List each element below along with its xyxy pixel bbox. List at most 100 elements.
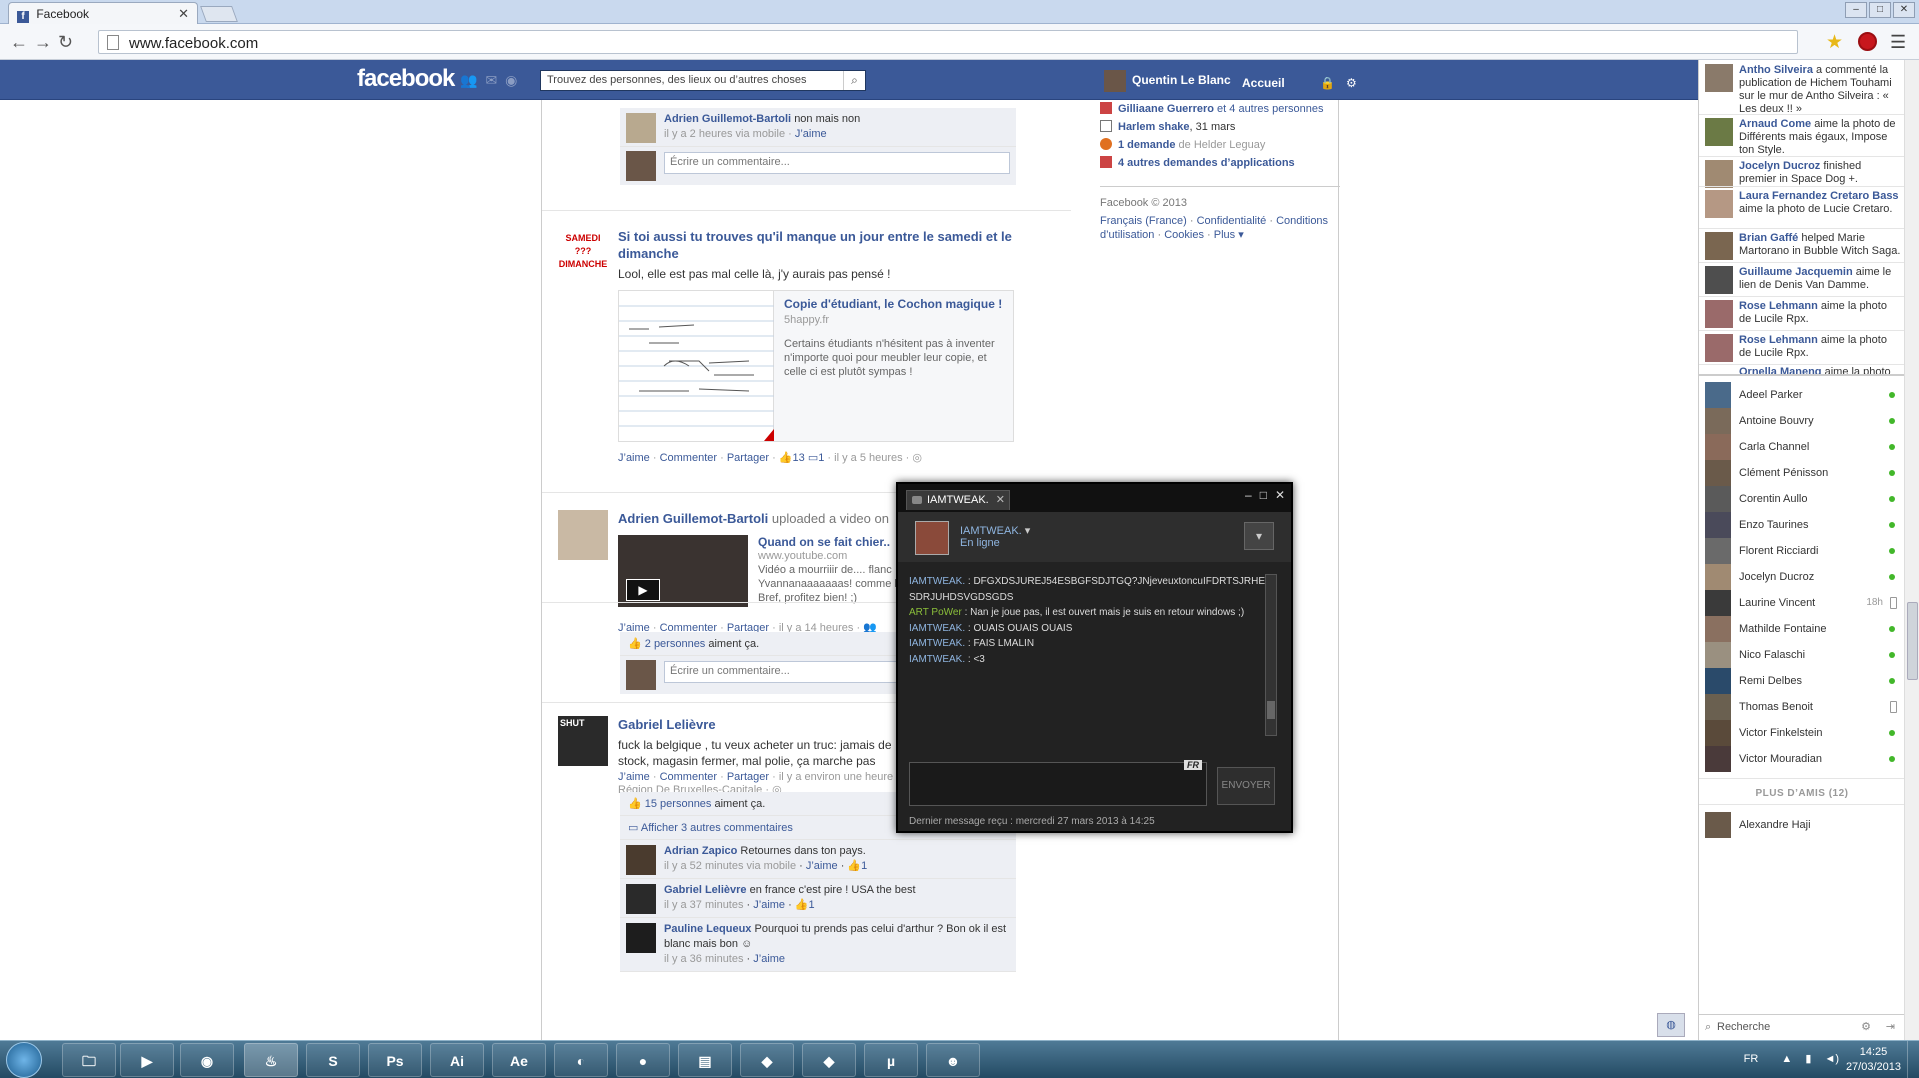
footer-link-cookies[interactable]: Cookies	[1164, 229, 1204, 241]
chat-message-input[interactable]: FR	[909, 760, 1207, 806]
comment-like-link[interactable]: J’aime	[753, 899, 785, 911]
ticker-name[interactable]: Arnaud Come	[1739, 118, 1811, 130]
close-tab-icon[interactable]: ✕	[996, 493, 1005, 506]
buddy-list-item[interactable]: Clément Pénisson	[1705, 460, 1895, 486]
buddy-list-item[interactable]: Florent Ricciardi	[1705, 538, 1895, 564]
birthday-name[interactable]: Gilliaane Guerrero	[1118, 103, 1214, 115]
video-thumbnail[interactable]: ▶	[618, 535, 748, 607]
page-avatar[interactable]: SAMEDI ??? DIMANCHE	[558, 228, 608, 278]
like-link[interactable]: J’aime	[618, 452, 650, 464]
ticker-name[interactable]: Jocelyn Ducroz	[1739, 160, 1820, 172]
ticker-name[interactable]: Rose Lehmann	[1739, 300, 1818, 312]
adblock-icon[interactable]	[1858, 32, 1877, 51]
home-link[interactable]: Accueil	[1242, 76, 1285, 90]
illustrator-taskbar-icon[interactable]: Ai	[430, 1043, 484, 1077]
hide-sidebar-icon[interactable]: ⇥	[1886, 1020, 1895, 1033]
footer-link-language[interactable]: Français (France)	[1100, 215, 1187, 227]
ticker-name[interactable]: Rose Lehmann	[1739, 334, 1818, 346]
comment-author[interactable]: Pauline Lequeux	[664, 923, 751, 935]
chat-search-input[interactable]: Recherche	[1717, 1021, 1770, 1033]
chat-scrollbar[interactable]	[1265, 574, 1277, 736]
birthday-rest[interactable]: et 4 autres personnes	[1217, 103, 1323, 115]
media-player-taskbar-icon[interactable]: ▶	[120, 1043, 174, 1077]
close-icon[interactable]: ✕	[1275, 488, 1285, 502]
gpu-monitor-taskbar-icon[interactable]: ◆	[802, 1043, 856, 1077]
link-title[interactable]: Copie d'étudiant, le Cochon magique !	[784, 297, 1006, 311]
ticker-name[interactable]: Antho Silveira	[1739, 64, 1813, 76]
page-scrollbar[interactable]	[1904, 60, 1919, 1040]
scrollbar-thumb[interactable]	[1267, 701, 1275, 719]
buddy-list-item[interactable]: Victor Mouradian	[1705, 746, 1895, 772]
comment-like-link[interactable]: J’aime	[753, 953, 785, 965]
link-thumbnail[interactable]	[619, 291, 774, 441]
ball-app-taskbar-icon[interactable]: ●	[616, 1043, 670, 1077]
comment-count[interactable]: 1	[818, 452, 824, 464]
footer-link-privacy[interactable]: Confidentialité	[1197, 215, 1267, 227]
settings-gear-icon[interactable]: ⚙	[1346, 76, 1357, 90]
comment-like-link[interactable]: J’aime	[795, 128, 827, 140]
buddy-list-item[interactable]: Mathilde Fontaine	[1705, 616, 1895, 642]
ticker-resize-bar[interactable]	[1699, 374, 1905, 376]
globe-icon[interactable]: ◍	[1657, 1013, 1685, 1037]
clock[interactable]: 14:25 27/03/2013	[1846, 1045, 1901, 1075]
buddy-list-item[interactable]: Remi Delbes	[1705, 668, 1895, 694]
maximize-icon[interactable]: □	[1869, 2, 1891, 18]
likes-link[interactable]: 15 personnes	[645, 798, 712, 810]
like-count[interactable]: 13	[793, 452, 805, 464]
privacy-shortcuts-icon[interactable]: 🔒	[1320, 76, 1335, 90]
utorrent-taskbar-icon[interactable]: µ	[864, 1043, 918, 1077]
skype-taskbar-icon[interactable]: S	[306, 1043, 360, 1077]
author-avatar[interactable]	[558, 510, 608, 560]
folder-taskbar-icon[interactable]: ▤	[678, 1043, 732, 1077]
steam-taskbar-icon[interactable]: ♨	[244, 1043, 298, 1077]
explorer-taskbar-icon[interactable]: 🗀	[62, 1043, 116, 1077]
new-tab-button[interactable]	[200, 6, 238, 22]
video-title[interactable]: Quand on se fait chier..	[758, 535, 908, 549]
ticker-item[interactable]: Rose Lehmann aime la photo de Lucile Rpx…	[1705, 334, 1901, 362]
buddy-list-item[interactable]: Adeel Parker	[1705, 382, 1895, 408]
bookmark-star-icon[interactable]: ★	[1826, 31, 1843, 54]
buddy-list-item[interactable]: Jocelyn Ducroz	[1705, 564, 1895, 590]
story-title[interactable]: Si toi aussi tu trouves qu'il manque un …	[618, 228, 1074, 262]
comment-like-count[interactable]: 1	[809, 899, 815, 911]
photoshop-taskbar-icon[interactable]: Ps	[368, 1043, 422, 1077]
chat-options-dropdown[interactable]: ▾	[1244, 522, 1274, 550]
input-language[interactable]: FR	[1744, 1053, 1759, 1065]
event-name[interactable]: Harlem shake	[1118, 121, 1190, 133]
ticker-item[interactable]: Rose Lehmann aime la photo de Lucile Rpx…	[1705, 300, 1901, 328]
chrome-taskbar-icon[interactable]: ◉	[180, 1043, 234, 1077]
comment-link[interactable]: Commenter	[660, 771, 717, 783]
close-tab-icon[interactable]: ✕	[178, 6, 189, 22]
volume-icon[interactable]: ◄)	[1824, 1053, 1839, 1065]
chat-options-gear-icon[interactable]: ⚙	[1861, 1020, 1871, 1033]
ticker-item[interactable]: Antho Silveira a commenté la publication…	[1705, 64, 1901, 116]
ticker-name[interactable]: Brian Gaffé	[1739, 232, 1798, 244]
story-time[interactable]: il y a environ une heure	[779, 771, 893, 783]
comment-author[interactable]: Adrien Guillemot-Bartoli	[664, 113, 791, 125]
story-author[interactable]: Adrien Guillemot-Bartoli	[618, 511, 768, 526]
link-preview[interactable]: Copie d'étudiant, le Cochon magique ! 5h…	[618, 290, 1014, 442]
comment-like-count[interactable]: 1	[861, 860, 867, 872]
chat-tab[interactable]: IAMTWEAK. ✕	[906, 490, 1010, 510]
buddy-list-item[interactable]: Laurine Vincent 18h	[1705, 590, 1897, 616]
comment-input[interactable]: Écrire un commentaire...	[664, 152, 1010, 174]
send-button[interactable]: ENVOYER	[1217, 767, 1275, 805]
close-window-icon[interactable]: ✕	[1893, 2, 1915, 18]
facebook-search-input[interactable]: Trouvez des personnes, des lieux ou d’au…	[540, 70, 866, 91]
show-desktop-button[interactable]	[1907, 1041, 1919, 1078]
chevron-down-icon[interactable]: ▾	[1025, 525, 1031, 537]
buddy-list-item[interactable]: Carla Channel	[1705, 434, 1895, 460]
game-taskbar-icon[interactable]: ☻	[926, 1043, 980, 1077]
like-link[interactable]: J’aime	[618, 771, 650, 783]
share-link[interactable]: Partager	[727, 771, 769, 783]
start-button[interactable]	[6, 1042, 42, 1078]
gpu-tweak-taskbar-icon[interactable]: ◆	[740, 1043, 794, 1077]
ticker-item[interactable]: Guillaume Jacquemin aime le lien de Deni…	[1705, 266, 1901, 294]
buddy-list-item[interactable]: Alexandre Haji	[1705, 812, 1895, 838]
facebook-logo[interactable]: facebook	[357, 65, 455, 93]
footer-link-more[interactable]: Plus ▾	[1214, 229, 1244, 241]
back-arrow-icon[interactable]: ←	[10, 32, 28, 53]
ticker-name[interactable]: Guillaume Jacquemin	[1739, 266, 1853, 278]
maximize-icon[interactable]: □	[1260, 488, 1267, 502]
network-icon[interactable]: ▮	[1805, 1053, 1811, 1065]
